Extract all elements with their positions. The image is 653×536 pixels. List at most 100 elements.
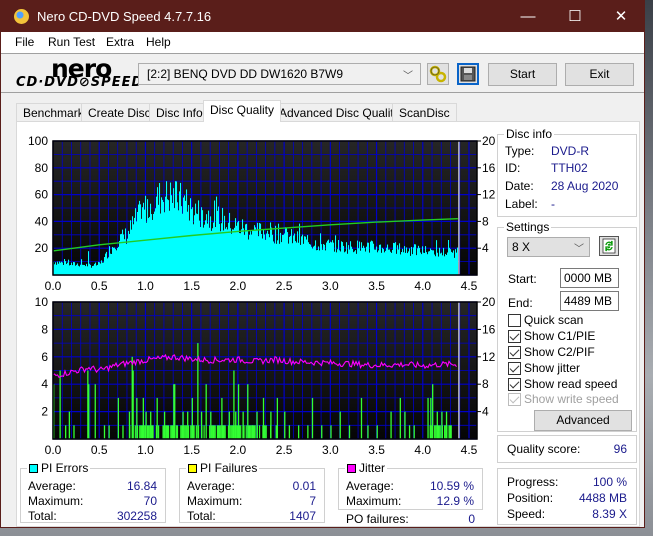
start-button[interactable]: Start <box>488 63 557 86</box>
menu-help[interactable]: Help <box>146 35 171 49</box>
close-button[interactable]: ✕ <box>598 1 644 32</box>
pi-error-bar <box>128 230 130 275</box>
pie-chart-y-tick-left: 100 <box>28 134 48 148</box>
pi-error-bar <box>185 200 187 275</box>
pi-error-bar <box>340 251 342 275</box>
pi-error-bar <box>83 264 85 275</box>
pi-error-bar <box>124 239 126 275</box>
show-jitter-checkbox[interactable] <box>508 362 521 375</box>
pif-chart-y-tick-left: 10 <box>35 295 49 309</box>
pi-error-bar <box>134 217 136 275</box>
show-read-speed-checkbox[interactable] <box>508 378 521 391</box>
show-c2-pif-checkbox[interactable] <box>508 346 521 359</box>
refresh-button[interactable] <box>599 236 619 256</box>
pi-error-bar <box>386 247 388 275</box>
pi-failure-bar <box>247 384 249 439</box>
pi-error-bar <box>409 248 411 275</box>
pi-failure-bar <box>390 411 392 439</box>
pi-error-bar <box>436 240 438 275</box>
pi-failure-bar <box>297 425 300 439</box>
maximize-button[interactable]: ☐ <box>552 1 598 32</box>
quality-score-label: Quality score: <box>507 442 581 456</box>
tab-scandisc[interactable]: ScanDisc <box>392 103 457 122</box>
pi-failure-bar <box>233 370 235 439</box>
tab-benchmark[interactable]: Benchmark <box>16 103 91 122</box>
pi-failures-legend-text: PI Failures <box>200 461 258 475</box>
menu-file[interactable]: File <box>15 35 34 49</box>
pi-error-bar <box>232 229 234 275</box>
pi-error-bar <box>313 246 315 275</box>
advanced-button[interactable]: Advanced <box>534 410 632 431</box>
end-label: End: <box>508 296 533 310</box>
menu-run-test[interactable]: Run Test <box>48 35 95 49</box>
pi-failure-bar <box>265 425 267 439</box>
pi-failures-average-label: Average: <box>187 479 235 493</box>
pi-error-bar <box>414 244 416 275</box>
pi-failure-bar <box>275 425 277 439</box>
pif-chart-y-tick-left: 8 <box>41 322 48 336</box>
pi-error-bar <box>253 230 255 275</box>
tab-advanced-disc-quality[interactable]: Advanced Disc Quality <box>272 103 407 122</box>
pi-error-bar <box>425 246 427 275</box>
pie-chart-y-tick-right: 12 <box>482 188 496 202</box>
pi-error-bar <box>316 250 318 275</box>
drive-select[interactable]: [2:2] BENQ DVD DD DW1620 B7W9 ﹀ <box>138 63 421 85</box>
pi-failure-bar <box>360 397 363 439</box>
pi-error-bar <box>88 251 90 275</box>
disc-info-group: Disc info Type: DVD-R ID: TTH02 Date: 28… <box>497 127 637 217</box>
pi-failure-bar <box>73 425 75 439</box>
pi-error-bar <box>243 228 245 275</box>
pi-failures-legend: PI Failures <box>186 461 260 475</box>
pi-error-bar <box>317 249 319 275</box>
pi-failures-group: PI Failures Average: 0.01 Maximum: 7 Tot… <box>179 461 325 523</box>
pi-error-bar <box>140 204 142 275</box>
pi-error-bar <box>178 210 180 275</box>
pi-failure-bar <box>434 425 436 439</box>
pi-error-bar <box>218 206 220 275</box>
tab-disc-quality[interactable]: Disc Quality <box>203 100 282 122</box>
pi-error-bar <box>106 251 108 275</box>
end-input[interactable]: 4489 MB <box>560 291 619 311</box>
start-input[interactable]: 0000 MB <box>560 268 619 288</box>
quick-scan-checkbox[interactable] <box>508 314 521 327</box>
pi-error-bar <box>412 254 414 275</box>
pi-failure-bar <box>231 425 233 439</box>
pi-failure-bar <box>139 425 141 439</box>
show-c2-pif-label: Show C2/PIF <box>524 345 595 359</box>
pi-error-bar <box>192 207 194 275</box>
pi-error-bar <box>377 252 379 275</box>
tab-create-disc[interactable]: Create Disc <box>81 103 158 122</box>
pi-error-bar <box>242 219 244 275</box>
pi-failure-bar <box>288 425 291 439</box>
pi-error-bar <box>225 228 227 275</box>
pi-error-bar <box>393 242 395 275</box>
date-value: 28 Aug 2020 <box>551 179 619 193</box>
pi-error-bar <box>457 247 459 275</box>
pi-error-bar <box>327 240 329 275</box>
exit-button[interactable]: Exit <box>565 63 634 86</box>
pi-error-bar <box>97 264 99 275</box>
pif-chart-y-tick-left: 6 <box>41 350 48 364</box>
speed-select[interactable]: 8 X ﹀ <box>507 237 590 257</box>
pi-error-bar <box>315 240 317 275</box>
pi-error-bar <box>297 231 299 275</box>
pi-failure-bar <box>152 425 154 439</box>
show-c1-pie-checkbox[interactable] <box>508 330 521 343</box>
minimize-button[interactable]: — <box>505 1 551 32</box>
save-button[interactable] <box>457 63 479 85</box>
pi-error-bar <box>261 233 263 275</box>
pi-failure-bar <box>408 425 411 439</box>
pi-error-bar <box>433 250 435 275</box>
pi-failure-bar <box>439 425 441 439</box>
pi-error-bar <box>93 265 95 275</box>
pi-failure-bar <box>117 397 120 439</box>
pi-error-bar <box>288 243 290 275</box>
jitter-maximum-label: Maximum: <box>346 494 402 508</box>
menu-extra[interactable]: Extra <box>106 35 134 49</box>
eject-chain-button[interactable] <box>427 63 449 85</box>
pi-error-bar <box>157 187 159 275</box>
pi-error-bar <box>262 238 264 275</box>
pie-chart-y-tick-left: 40 <box>35 214 49 228</box>
pi-error-bar <box>236 225 238 275</box>
tab-disc-info[interactable]: Disc Info <box>149 103 210 122</box>
